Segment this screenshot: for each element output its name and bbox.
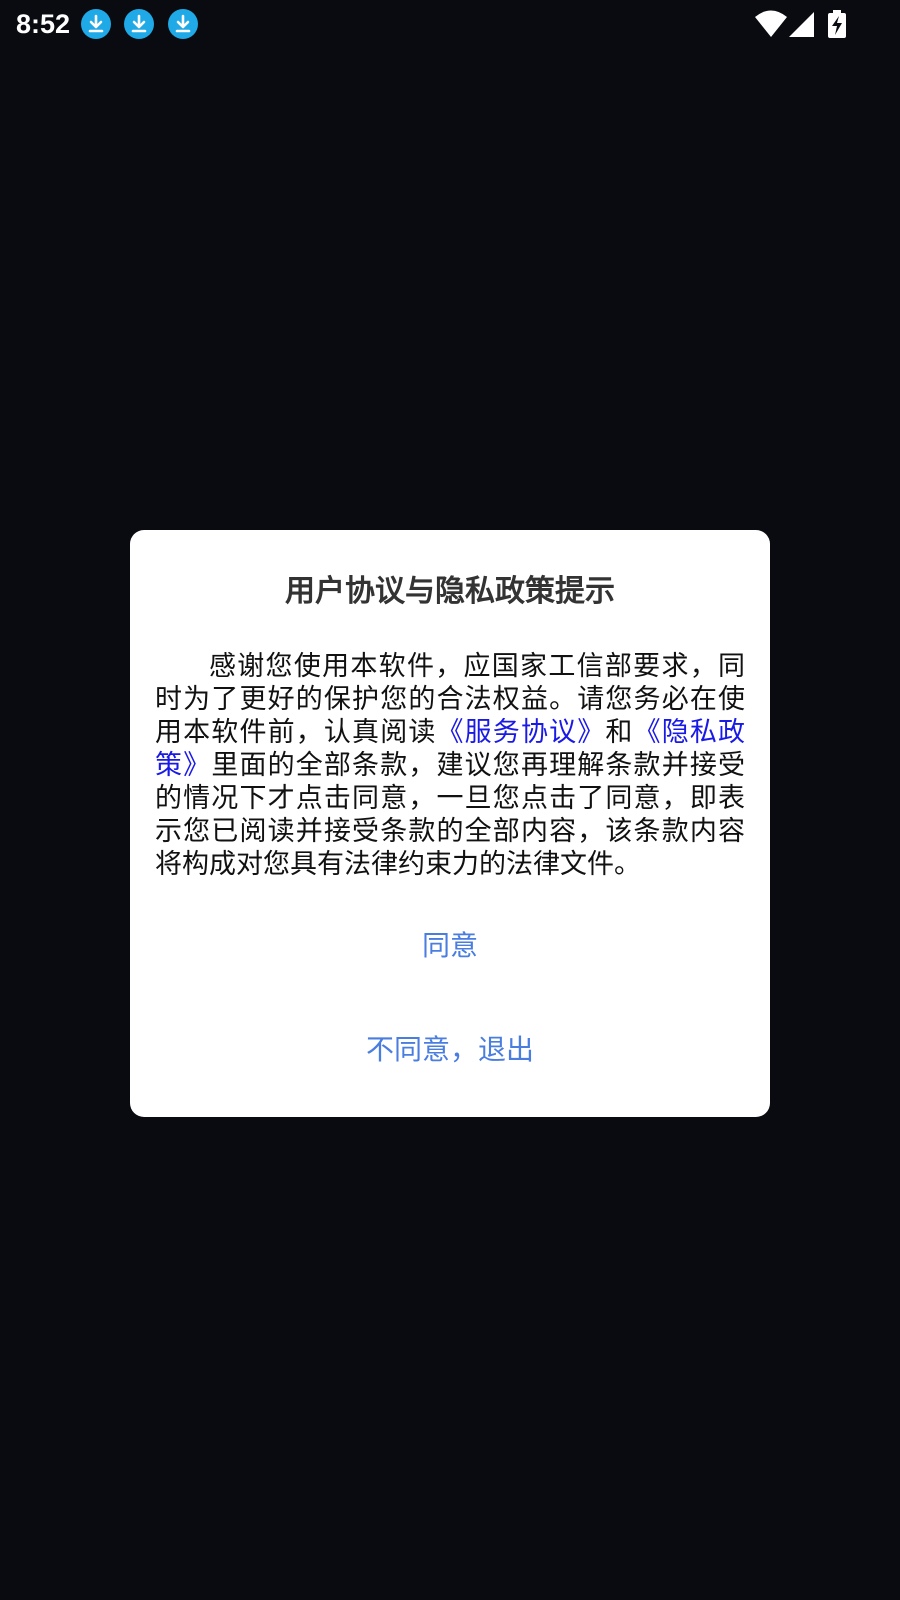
body-text-2: 和 [605,717,634,748]
download-icon [124,9,154,39]
service-agreement-link[interactable]: 《服务协议》 [437,717,606,748]
wifi-icon [755,10,787,42]
status-time: 8:52 [16,9,71,39]
signal-icon [789,10,815,42]
screen: 8:52 用户协议与隐私政策提示 感谢您使用本软件，应国家工信部要求，同时为了更… [0,0,900,1600]
status-bar: 8:52 [0,0,900,48]
battery-charging-icon [828,10,846,42]
agree-button[interactable]: 同意 [130,926,770,966]
download-icon [81,9,111,39]
download-icon [168,9,198,39]
dialog-body: 感谢您使用本软件，应国家工信部要求，同时为了更好的保护您的合法权益。请您务必在使… [155,650,745,881]
dialog-title: 用户协议与隐私政策提示 [285,574,615,609]
privacy-dialog: 用户协议与隐私政策提示 感谢您使用本软件，应国家工信部要求，同时为了更好的保护您… [130,530,770,1117]
body-text-3: 里面的全部条款，建议您再理解条款并接受的情况下才点击同意，一旦您点击了同意，即表… [155,750,746,880]
disagree-exit-button[interactable]: 不同意，退出 [130,1030,770,1070]
